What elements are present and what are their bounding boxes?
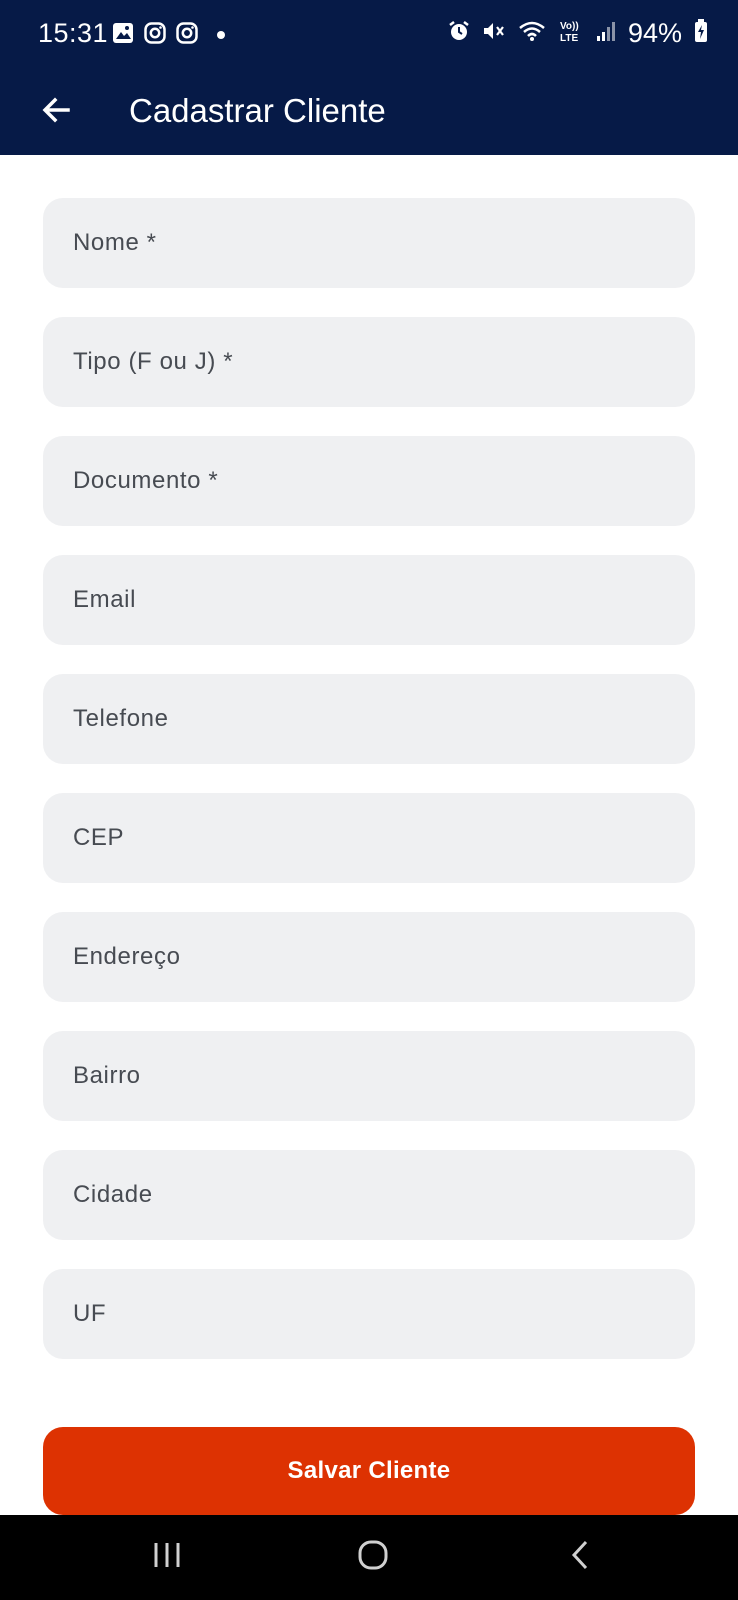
svg-text:LTE: LTE [560, 33, 578, 43]
recent-apps-button[interactable] [137, 1535, 197, 1580]
navigation-bar [0, 1515, 738, 1600]
bairro-input[interactable] [43, 1031, 695, 1121]
back-icon [569, 1539, 591, 1576]
email-input[interactable] [43, 555, 695, 645]
page-title: Cadastrar Cliente [129, 92, 386, 129]
status-left-icons [112, 22, 226, 49]
gallery-icon [112, 22, 134, 49]
save-client-button[interactable]: Salvar Cliente [43, 1427, 695, 1515]
cep-input[interactable] [43, 793, 695, 883]
field-uf [43, 1269, 695, 1359]
status-time: 15:31 [38, 18, 109, 48]
home-button[interactable] [343, 1535, 403, 1580]
telefone-input[interactable] [43, 674, 695, 764]
battery-text: 94% [627, 18, 682, 48]
alarm-icon [448, 20, 470, 47]
cidade-input[interactable] [43, 1150, 695, 1240]
nav-back-button[interactable] [550, 1535, 610, 1580]
nome-input[interactable] [43, 198, 695, 288]
volte-icon: Vo)) LTE [558, 19, 584, 48]
field-cidade [43, 1150, 695, 1240]
back-button[interactable] [28, 84, 84, 140]
endereco-input[interactable] [43, 912, 695, 1002]
field-endereco [43, 912, 695, 1002]
client-form [43, 198, 695, 1388]
screen: 15:31 Vo)) LTE 94% Cadastrar Cliente Nom… [0, 0, 738, 1600]
field-tipo [43, 317, 695, 407]
field-bairro [43, 1031, 695, 1121]
tipo-input[interactable] [43, 317, 695, 407]
arrow-left-icon [40, 94, 72, 131]
app-bar: Cadastrar Cliente [0, 70, 738, 155]
mute-icon [482, 20, 506, 47]
field-cep [43, 793, 695, 883]
uf-input[interactable] [43, 1269, 695, 1359]
wifi-icon [518, 20, 546, 47]
documento-input[interactable] [43, 436, 695, 526]
svg-text:Vo)): Vo)) [560, 21, 579, 32]
signal-icon [596, 20, 616, 47]
status-right-icons: Vo)) LTE 94% [448, 18, 708, 49]
instagram-icon [144, 22, 166, 49]
status-bar: 15:31 Vo)) LTE 94% [0, 0, 738, 70]
field-nome [43, 198, 695, 288]
battery-charging-icon [694, 19, 708, 48]
instagram-icon [176, 22, 198, 49]
dot-icon [216, 27, 226, 45]
home-icon [357, 1539, 389, 1576]
field-email [43, 555, 695, 645]
field-documento [43, 436, 695, 526]
recent-apps-icon [152, 1541, 182, 1574]
field-telefone [43, 674, 695, 764]
